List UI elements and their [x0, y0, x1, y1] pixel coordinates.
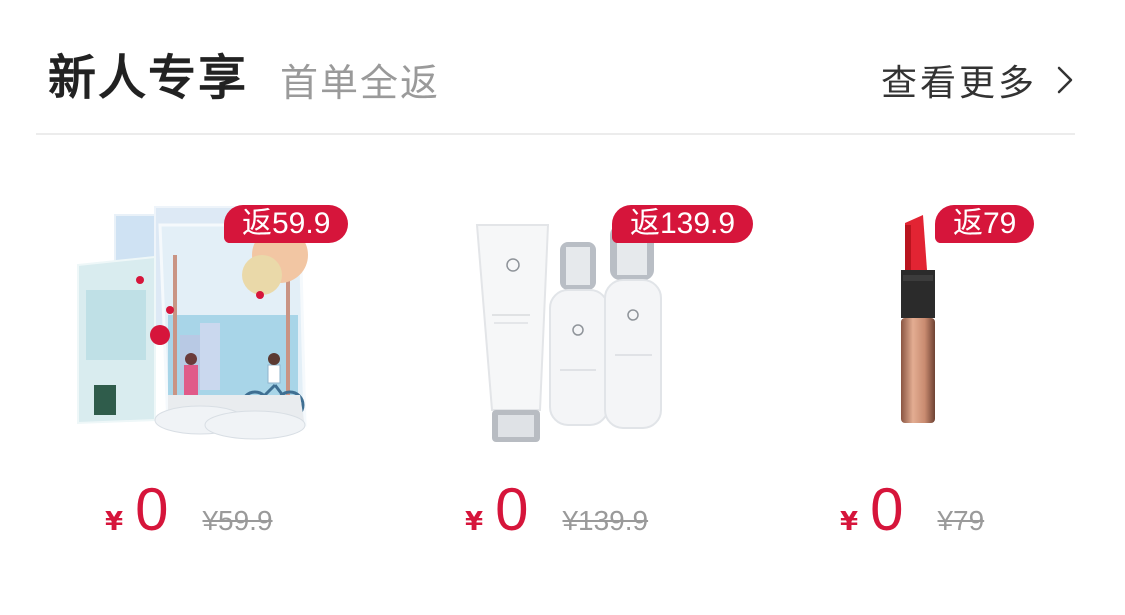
product-card[interactable]: 返59.9 ¥ 0 ¥59.9: [50, 135, 380, 605]
view-more-label: 查看更多: [880, 63, 1037, 104]
original-price: ¥139.9: [562, 505, 649, 536]
original-price: ¥79: [937, 505, 985, 536]
currency-symbol: ¥: [465, 507, 484, 537]
price-row: ¥ 0 ¥79: [840, 475, 984, 544]
price-row: ¥ 0 ¥139.9: [465, 475, 648, 544]
current-price: 0: [135, 476, 169, 543]
price-row: ¥ 0 ¥59.9: [105, 475, 273, 544]
section-title: 新人专享: [48, 50, 249, 106]
view-more-link[interactable]: 查看更多: [881, 54, 1075, 106]
rebate-badge: 返59.9: [224, 205, 349, 243]
currency-symbol: ¥: [840, 507, 859, 537]
currency-symbol: ¥: [105, 507, 124, 537]
rebate-badge: 返79: [935, 205, 1035, 243]
current-price: 0: [495, 476, 529, 543]
product-card[interactable]: 返79 ¥ 0 ¥79: [795, 135, 1125, 605]
new-user-section: 新人专享 首单全返 查看更多 返59.9 ¥ 0 ¥59.9 返139.9 ¥ …: [0, 0, 1125, 615]
product-list: 返59.9 ¥ 0 ¥59.9 返139.9 ¥ 0 ¥139.9 返79 ¥ …: [0, 135, 1125, 615]
product-card[interactable]: 返139.9 ¥ 0 ¥139.9: [430, 135, 760, 605]
section-subtitle: 首单全返: [280, 61, 441, 105]
section-header: 新人专享 首单全返 查看更多: [36, 40, 1075, 115]
rebate-badge: 返139.9: [612, 205, 754, 243]
current-price: 0: [870, 476, 904, 543]
original-price: ¥59.9: [202, 505, 273, 536]
chevron-right-icon: [1057, 66, 1073, 94]
